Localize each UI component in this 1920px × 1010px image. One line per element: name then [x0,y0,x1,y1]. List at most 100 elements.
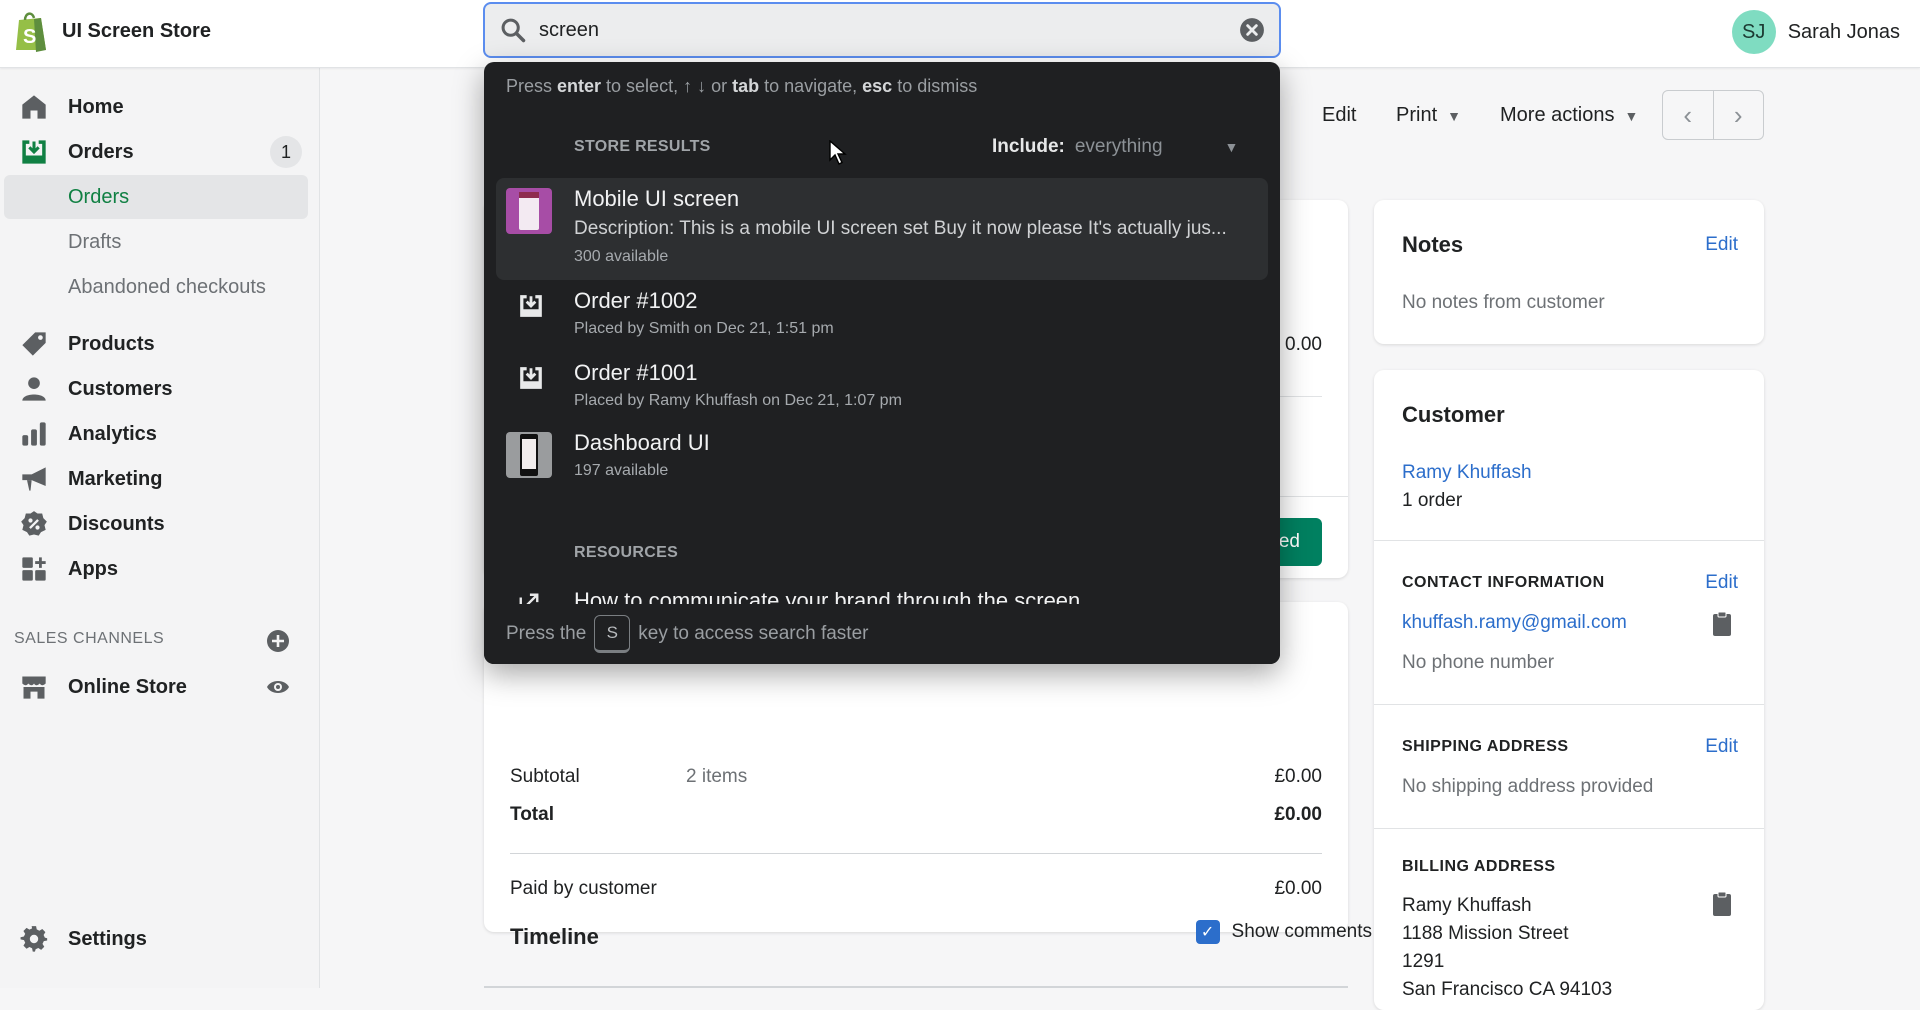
sidebar-item-online-store[interactable]: Online Store [0,665,310,709]
edit-notes-link[interactable]: Edit [1705,234,1738,256]
paid-row: Paid by customer £0.00 [510,878,1322,900]
billing-line: San Francisco CA 94103 [1402,979,1613,1000]
sidebar-item-label: Discounts [68,512,165,535]
resources-heading: RESOURCES [574,544,679,561]
result-meta: Placed by Ramy Khuffash on Dec 21, 1:07 … [574,392,902,409]
sidebar-item-label: Orders [68,140,134,163]
chevron-right-icon: › [1733,99,1743,130]
person-icon [22,377,46,401]
result-meta: Placed by Smith on Dec 21, 1:51 pm [574,320,834,337]
mouse-cursor-icon [829,140,847,165]
eye-icon[interactable] [266,675,290,699]
sidebar-subitem-abandoned-checkouts[interactable]: Abandoned checkouts [4,265,308,309]
footer-text: Press the [506,623,587,644]
include-value: everything [1074,136,1163,157]
order-pager: ‹ › [1662,90,1764,140]
include-filter[interactable]: Include: everything ▼ [992,136,1238,158]
include-label: Include: [992,136,1065,157]
footer-text: key to access search faster [638,623,869,644]
total-row: Total £0.00 [510,804,1322,826]
order-icon [520,295,542,317]
checkbox-checked-icon[interactable]: ✓ [1195,920,1220,944]
clear-search-icon[interactable] [1239,17,1265,43]
sidebar-item-products[interactable]: Products [0,322,310,366]
search-results-dropdown: Press enter to select, ↑ ↓ or tab to nav… [484,62,1280,664]
result-meta: 300 available [574,248,669,265]
customer-email-link[interactable]: khuffash.ramy@gmail.com [1402,612,1627,634]
orders-icon [22,140,46,164]
customer-name-link[interactable]: Ramy Khuffash [1402,462,1532,484]
search-result-item[interactable]: Order #1001 Placed by Ramy Khuffash on D… [496,356,1268,426]
billing-line: 1291 [1402,951,1445,972]
sidebar-item-home[interactable]: Home [0,85,310,129]
customer-card: Customer Ramy Khuffash 1 order CONTACT I… [1374,370,1764,1010]
svg-text:S: S [23,26,36,48]
result-title: Order #1001 [574,360,698,385]
billing-line: 1188 Mission Street [1402,923,1569,944]
sidebar-item-discounts[interactable]: Discounts [0,502,310,546]
search-result-item[interactable]: Order #1002 Placed by Smith on Dec 21, 1… [496,284,1268,354]
store-brand[interactable]: S UI Screen Store [14,10,211,52]
customer-phone: No phone number [1402,652,1555,673]
result-meta: 197 available [574,462,669,479]
customer-title: Customer [1402,402,1505,427]
more-actions-button[interactable]: More actions ▼ [1500,104,1638,127]
show-comments-toggle[interactable]: ✓ Show comments [1195,920,1372,944]
sidebar-subitem-drafts[interactable]: Drafts [4,220,308,264]
sidebar-item-label: Online Store [68,675,187,698]
copy-billing-address-icon[interactable] [1712,892,1732,916]
user-menu[interactable]: SJ Sarah Jonas [1731,10,1900,54]
sidebar-subitem-label: Drafts [68,230,122,253]
edit-shipping-link[interactable]: Edit [1705,736,1738,758]
store-name: UI Screen Store [62,19,211,42]
edit-order-button[interactable]: Edit [1322,104,1356,127]
sidebar-item-label: Products [68,332,155,355]
notes-body: No notes from customer [1402,292,1605,313]
previous-order-button[interactable]: ‹ [1663,91,1714,139]
avatar: SJ [1731,10,1776,54]
sidebar-item-settings[interactable]: Settings [0,917,310,961]
search-icon [501,18,526,43]
billing-address-lines: Ramy Khuffash 1188 Mission Street 1291 S… [1402,892,1612,1004]
sidebar-item-label: Apps [68,557,118,580]
order-icon [520,367,542,389]
apps-icon [22,557,46,581]
total-label: Total [510,804,554,825]
store-results-heading: STORE RESULTS [574,138,711,155]
shopify-bag-icon: S [16,12,46,52]
sidebar-subitem-label: Abandoned checkouts [68,275,266,298]
subtotal-value: £0.00 [1274,766,1322,787]
search-input[interactable] [539,18,1239,42]
store-icon [22,676,46,699]
add-sales-channel-icon[interactable] [266,629,290,653]
search-shortcut-hint: Press the S key to access search faster [484,604,1280,664]
sidebar-item-apps[interactable]: Apps [0,547,310,591]
sidebar-item-customers[interactable]: Customers [0,367,310,411]
home-icon [22,95,46,119]
search-bar[interactable] [483,2,1281,58]
sidebar-item-analytics[interactable]: Analytics [0,412,310,456]
sidebar-subitem-orders[interactable]: Orders [4,175,308,219]
subtotal-items: 2 items [686,766,748,787]
edit-contact-link[interactable]: Edit [1705,572,1738,594]
customer-order-count: 1 order [1402,490,1463,511]
search-result-item[interactable]: Dashboard UI 197 available [496,428,1268,500]
tag-icon [22,332,46,356]
copy-email-icon[interactable] [1712,612,1732,636]
sidebar-item-marketing[interactable]: Marketing [0,457,310,501]
show-comments-label: Show comments [1231,921,1372,942]
notes-title: Notes [1402,232,1464,257]
print-menu-button[interactable]: Print ▼ [1396,104,1461,127]
result-title: Dashboard UI [574,430,710,455]
result-title: Mobile UI screen [574,186,740,211]
contact-info-heading: CONTACT INFORMATION [1402,574,1605,591]
sidebar-item-orders[interactable]: Orders 1 [0,130,310,174]
search-result-item[interactable]: Mobile UI screen Description: This is a … [496,178,1268,280]
sales-channels-heading: SALES CHANNELS [14,630,165,647]
next-order-button[interactable]: › [1714,91,1764,139]
sidebar-item-label: Marketing [68,467,163,490]
total-value: £0.00 [1274,804,1322,825]
sidebar-item-label: Analytics [68,422,157,445]
caret-down-icon: ▼ [1447,107,1461,124]
keyboard-key: S [594,615,631,653]
